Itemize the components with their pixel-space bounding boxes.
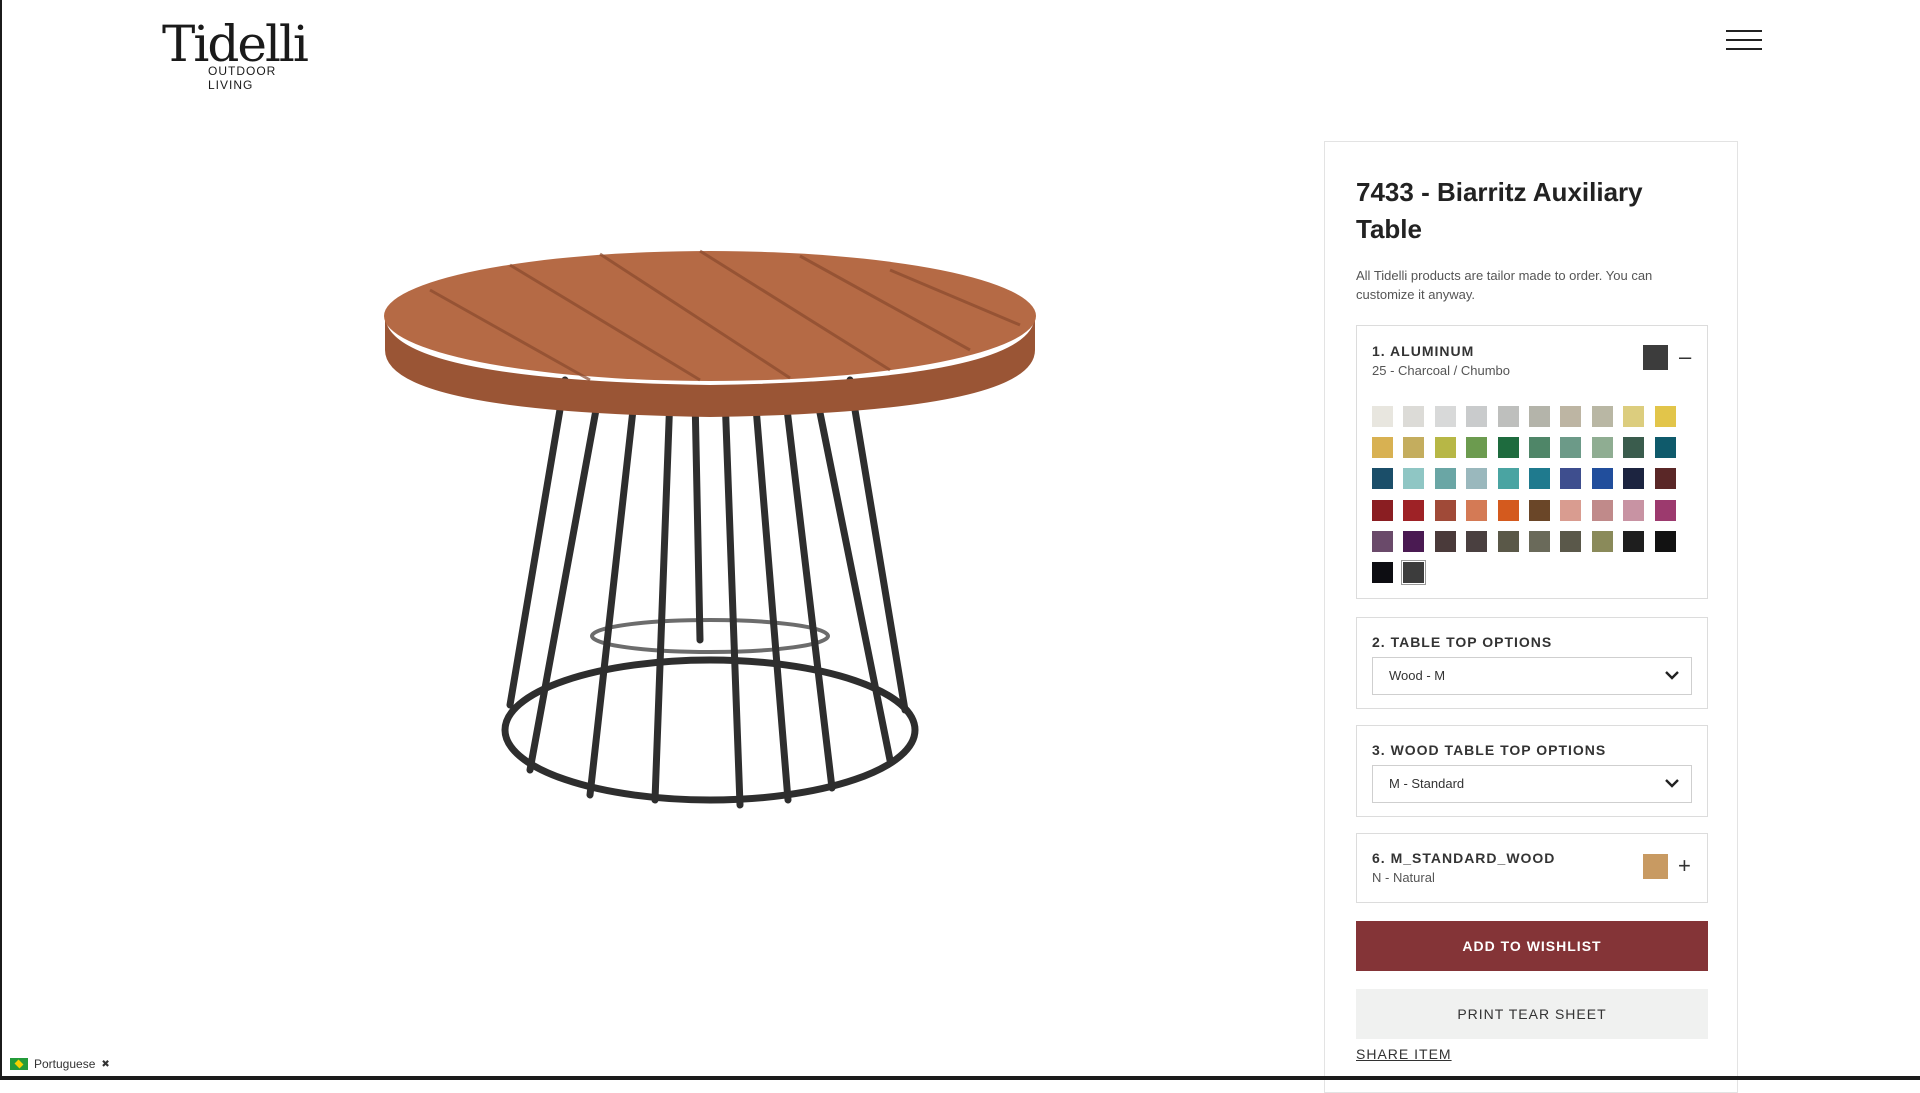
color-swatch[interactable] — [1497, 437, 1519, 459]
color-swatch[interactable] — [1372, 437, 1393, 459]
product-image — [384, 249, 1036, 809]
brazil-flag-icon — [10, 1058, 28, 1070]
color-swatch[interactable] — [1372, 468, 1393, 490]
color-swatch[interactable] — [1372, 499, 1393, 521]
collapse-toggle[interactable]: – — [1679, 346, 1691, 368]
color-swatch[interactable] — [1529, 468, 1550, 490]
language-selector[interactable]: Portuguese ✖ — [10, 1055, 110, 1073]
color-swatch[interactable] — [1497, 468, 1519, 490]
color-swatch[interactable] — [1591, 499, 1613, 521]
color-swatch[interactable] — [1591, 530, 1613, 552]
selected-wood-swatch — [1643, 854, 1668, 879]
tidelli-logo[interactable]: Tidelli OUTDOOR LIVING — [162, 14, 322, 92]
color-swatch[interactable] — [1466, 468, 1488, 490]
option-selected-value: 25 - Charcoal / Chumbo — [1372, 363, 1511, 378]
close-icon[interactable]: ✖ — [101, 1059, 109, 1070]
product-config-panel: 7433 - Biarritz Auxiliary Table All Tide… — [1324, 141, 1738, 1093]
color-swatch[interactable] — [1654, 530, 1676, 552]
color-swatch[interactable] — [1654, 468, 1676, 490]
color-swatch[interactable] — [1403, 406, 1425, 427]
product-intro: All Tidelli products are tailor made to … — [1356, 268, 1653, 302]
color-swatch[interactable] — [1497, 406, 1519, 427]
option-selected-value: N - Natural — [1372, 870, 1435, 885]
color-swatch[interactable] — [1497, 499, 1519, 521]
color-swatch[interactable] — [1372, 406, 1393, 427]
color-swatch[interactable] — [1529, 406, 1550, 427]
color-swatch[interactable] — [1560, 499, 1582, 521]
option-label: 1. ALUMINUM — [1372, 343, 1475, 359]
color-swatch[interactable] — [1623, 530, 1645, 552]
chevron-down-icon — [1665, 779, 1679, 788]
color-swatch[interactable] — [1560, 530, 1582, 552]
color-swatch[interactable] — [1654, 437, 1676, 459]
color-swatch[interactable] — [1623, 499, 1645, 521]
color-swatch[interactable] — [1591, 437, 1613, 459]
selected-color-swatch — [1643, 345, 1668, 370]
logo-tagline: OUTDOOR LIVING — [208, 64, 277, 92]
color-swatch[interactable] — [1560, 468, 1582, 490]
color-swatch[interactable] — [1560, 406, 1582, 427]
color-swatch[interactable] — [1403, 499, 1425, 521]
window-edge-bottom — [0, 1076, 1920, 1080]
color-swatch[interactable] — [1591, 468, 1613, 490]
color-swatch[interactable] — [1466, 530, 1488, 552]
color-swatch[interactable] — [1529, 530, 1550, 552]
color-swatch[interactable] — [1623, 468, 1645, 490]
option-standard-wood[interactable]: 6. M_STANDARD_WOOD N - Natural + — [1356, 833, 1708, 903]
color-swatch[interactable] — [1372, 562, 1393, 583]
color-swatch[interactable] — [1654, 406, 1676, 427]
color-swatch[interactable] — [1401, 560, 1427, 585]
color-swatch[interactable] — [1623, 406, 1645, 427]
window-edge — [0, 0, 2, 1080]
language-label: Portuguese — [34, 1057, 96, 1071]
color-swatch[interactable] — [1434, 530, 1456, 552]
color-swatch[interactable] — [1497, 530, 1519, 552]
color-swatch[interactable] — [1623, 437, 1645, 459]
print-tear-sheet-button[interactable]: PRINT TEAR SHEET — [1356, 989, 1708, 1039]
color-swatch[interactable] — [1434, 499, 1456, 521]
color-swatch[interactable] — [1466, 406, 1488, 427]
color-swatch[interactable] — [1560, 437, 1582, 459]
color-swatch[interactable] — [1403, 530, 1425, 552]
color-swatch[interactable] — [1591, 406, 1613, 427]
option-aluminum: 1. ALUMINUM 25 - Charcoal / Chumbo – — [1356, 325, 1708, 599]
table-top-select[interactable]: Wood - M — [1372, 657, 1692, 695]
color-swatch[interactable] — [1466, 437, 1488, 459]
color-swatch[interactable] — [1403, 468, 1425, 490]
chevron-down-icon — [1665, 671, 1679, 680]
color-swatch[interactable] — [1529, 437, 1550, 459]
option-table-top: 2. TABLE TOP OPTIONS Wood - M — [1356, 617, 1708, 709]
color-swatch[interactable] — [1466, 499, 1488, 521]
hamburger-menu-button[interactable] — [1726, 30, 1762, 62]
wood-table-top-select[interactable]: M - Standard — [1372, 765, 1692, 803]
option-label: 2. TABLE TOP OPTIONS — [1372, 634, 1553, 650]
color-swatch[interactable] — [1403, 437, 1425, 459]
color-swatch[interactable] — [1434, 468, 1456, 490]
share-item-link[interactable]: SHARE ITEM — [1356, 1046, 1452, 1062]
table-top — [384, 249, 1036, 417]
hamburger-icon — [1726, 30, 1762, 32]
table-base — [501, 376, 919, 809]
color-swatch[interactable] — [1372, 530, 1393, 552]
option-label: 3. WOOD TABLE TOP OPTIONS — [1372, 742, 1607, 758]
color-swatch[interactable] — [1434, 437, 1456, 459]
product-title: 7433 - Biarritz Auxiliary Table — [1356, 177, 1643, 244]
option-label: 6. M_STANDARD_WOOD — [1372, 850, 1556, 866]
select-value: Wood - M — [1389, 668, 1446, 683]
expand-toggle[interactable]: + — [1678, 855, 1691, 877]
color-swatch[interactable] — [1434, 406, 1456, 427]
add-to-wishlist-button[interactable]: ADD TO WISHLIST — [1356, 921, 1708, 971]
color-swatch[interactable] — [1654, 499, 1676, 521]
color-swatch[interactable] — [1529, 499, 1550, 521]
select-value: M - Standard — [1389, 776, 1465, 791]
option-wood-table-top: 3. WOOD TABLE TOP OPTIONS M - Standard — [1356, 725, 1708, 817]
